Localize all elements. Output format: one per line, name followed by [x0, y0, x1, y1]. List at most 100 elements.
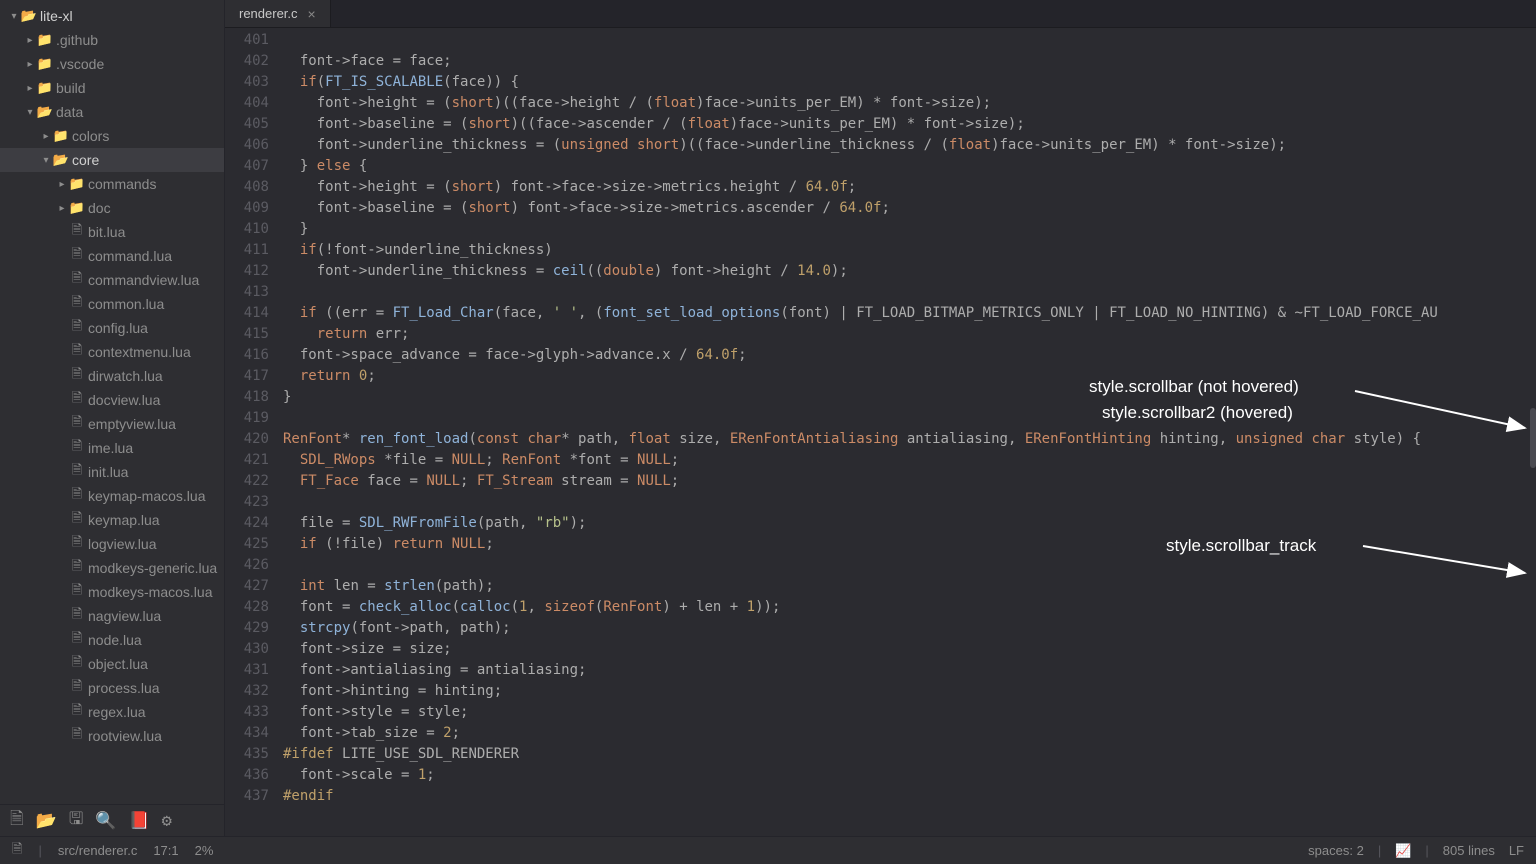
code-line[interactable]	[283, 492, 1536, 513]
code-line[interactable]: font->underline_thickness = (unsigned sh…	[283, 135, 1536, 156]
folder-icon: 📁	[36, 56, 54, 72]
status-eol[interactable]: LF	[1509, 843, 1524, 858]
tree-item-lite-xl[interactable]: ▾📂lite-xl	[0, 4, 224, 28]
tree-item-label: nagview.lua	[88, 608, 161, 624]
code-line[interactable]: font->antialiasing = antialiasing;	[283, 660, 1536, 681]
tree-item-modkeys-generic-lua[interactable]: 🗎modkeys-generic.lua	[0, 556, 224, 580]
code-line[interactable]: file = SDL_RWFromFile(path, "rb");	[283, 513, 1536, 534]
line-number: 407	[225, 156, 269, 177]
tree-item-object-lua[interactable]: 🗎object.lua	[0, 652, 224, 676]
tree-item-config-lua[interactable]: 🗎config.lua	[0, 316, 224, 340]
tree-item-commands[interactable]: ▸📁commands	[0, 172, 224, 196]
save-icon[interactable]: 🖫	[69, 806, 83, 835]
code-line[interactable]: RenFont* ren_font_load(const char* path,…	[283, 429, 1536, 450]
tree-item-contextmenu-lua[interactable]: 🗎contextmenu.lua	[0, 340, 224, 364]
tree-item-regex-lua[interactable]: 🗎regex.lua	[0, 700, 224, 724]
tree-item-bit-lua[interactable]: 🗎bit.lua	[0, 220, 224, 244]
tree-item-node-lua[interactable]: 🗎node.lua	[0, 628, 224, 652]
tree-item-doc[interactable]: ▸📁doc	[0, 196, 224, 220]
sidebar-toolbar: 🗎 📂 🖫 🔍 📕 ⚙	[0, 804, 224, 836]
tree-item-label: commandview.lua	[88, 272, 199, 288]
code-line[interactable]: }	[283, 219, 1536, 240]
file-tree[interactable]: ▾📂lite-xl▸📁.github▸📁.vscode▸📁build▾📂data…	[0, 0, 224, 804]
tree-item-common-lua[interactable]: 🗎common.lua	[0, 292, 224, 316]
code-line[interactable]: font->baseline = (short)((face->ascender…	[283, 114, 1536, 135]
code-line[interactable]: font->size = size;	[283, 639, 1536, 660]
code-line[interactable]: return 0;	[283, 366, 1536, 387]
code-line[interactable]: #ifdef LITE_USE_SDL_RENDERER	[283, 744, 1536, 765]
code-line[interactable]: if ((err = FT_Load_Char(face, ' ', (font…	[283, 303, 1536, 324]
code-line[interactable]	[283, 282, 1536, 303]
tree-item-keymap-macos-lua[interactable]: 🗎keymap-macos.lua	[0, 484, 224, 508]
code-line[interactable]: font->underline_thickness = ceil((double…	[283, 261, 1536, 282]
code-line[interactable]: if(!font->underline_thickness)	[283, 240, 1536, 261]
code-line[interactable]: SDL_RWops *file = NULL; RenFont *font = …	[283, 450, 1536, 471]
code-line[interactable]	[283, 408, 1536, 429]
tree-item-core[interactable]: ▾📂core	[0, 148, 224, 172]
code-line[interactable]: font->face = face;	[283, 51, 1536, 72]
tab-renderer-c[interactable]: renderer.c ×	[225, 0, 331, 27]
tree-item-ime-lua[interactable]: 🗎ime.lua	[0, 436, 224, 460]
code-line[interactable]	[283, 30, 1536, 51]
tree-item-nagview-lua[interactable]: 🗎nagview.lua	[0, 604, 224, 628]
line-number: 426	[225, 555, 269, 576]
line-number: 435	[225, 744, 269, 765]
code-line[interactable]: strcpy(font->path, path);	[283, 618, 1536, 639]
open-folder-icon[interactable]: 📂	[36, 811, 57, 831]
code-line[interactable]: }	[283, 387, 1536, 408]
code-line[interactable]: font->tab_size = 2;	[283, 723, 1536, 744]
code-line[interactable]: font->space_advance = face->glyph->advan…	[283, 345, 1536, 366]
tree-item-keymap-lua[interactable]: 🗎keymap.lua	[0, 508, 224, 532]
search-icon[interactable]: 🔍	[95, 811, 116, 831]
new-file-icon[interactable]: 🗎	[10, 806, 24, 835]
code-lines[interactable]: font->face = face; if(FT_IS_SCALABLE(fac…	[283, 28, 1536, 836]
settings-icon[interactable]: ⚙	[162, 811, 172, 831]
scrollbar-thumb[interactable]	[1530, 408, 1536, 468]
project-sidebar: ▾📂lite-xl▸📁.github▸📁.vscode▸📁build▾📂data…	[0, 0, 225, 836]
tree-item-label: rootview.lua	[88, 728, 162, 744]
code-view[interactable]: 4014024034044054064074084094104114124134…	[225, 28, 1536, 836]
line-number: 409	[225, 198, 269, 219]
status-path[interactable]: src/renderer.c	[58, 843, 137, 858]
code-line[interactable]: font = check_alloc(calloc(1, sizeof(RenF…	[283, 597, 1536, 618]
tree-item-commandview-lua[interactable]: 🗎commandview.lua	[0, 268, 224, 292]
code-line[interactable]: font->baseline = (short) font->face->siz…	[283, 198, 1536, 219]
tree-item-label: doc	[88, 200, 111, 216]
tree-item-logview-lua[interactable]: 🗎logview.lua	[0, 532, 224, 556]
tree-item-emptyview-lua[interactable]: 🗎emptyview.lua	[0, 412, 224, 436]
code-line[interactable]: font->hinting = hinting;	[283, 681, 1536, 702]
code-line[interactable]: } else {	[283, 156, 1536, 177]
tree-item-colors[interactable]: ▸📁colors	[0, 124, 224, 148]
tree-item-label: keymap.lua	[88, 512, 160, 528]
book-icon[interactable]: 📕	[129, 811, 150, 831]
code-line[interactable]: font->scale = 1;	[283, 765, 1536, 786]
code-line[interactable]: if(FT_IS_SCALABLE(face)) {	[283, 72, 1536, 93]
tree-item-docview-lua[interactable]: 🗎docview.lua	[0, 388, 224, 412]
tree-item-build[interactable]: ▸📁build	[0, 76, 224, 100]
tree-item--vscode[interactable]: ▸📁.vscode	[0, 52, 224, 76]
tree-item-label: config.lua	[88, 320, 148, 336]
tree-item-process-lua[interactable]: 🗎process.lua	[0, 676, 224, 700]
line-number: 431	[225, 660, 269, 681]
code-line[interactable]: FT_Face face = NULL; FT_Stream stream = …	[283, 471, 1536, 492]
tree-item-rootview-lua[interactable]: 🗎rootview.lua	[0, 724, 224, 748]
editor-area: renderer.c × 401402403404405406407408409…	[225, 0, 1536, 836]
file-icon: 🗎	[68, 701, 86, 723]
tree-item-modkeys-macos-lua[interactable]: 🗎modkeys-macos.lua	[0, 580, 224, 604]
tree-item-command-lua[interactable]: 🗎command.lua	[0, 244, 224, 268]
code-line[interactable]: font->style = style;	[283, 702, 1536, 723]
tree-item-data[interactable]: ▾📂data	[0, 100, 224, 124]
status-spaces[interactable]: spaces: 2	[1308, 843, 1364, 858]
graph-icon[interactable]: 📈	[1395, 843, 1411, 859]
code-line[interactable]: return err;	[283, 324, 1536, 345]
code-line[interactable]: #endif	[283, 786, 1536, 807]
code-line[interactable]: font->height = (short)((face->height / (…	[283, 93, 1536, 114]
tree-item-dirwatch-lua[interactable]: 🗎dirwatch.lua	[0, 364, 224, 388]
code-line[interactable]: int len = strlen(path);	[283, 576, 1536, 597]
code-line[interactable]: font->height = (short) font->face->size-…	[283, 177, 1536, 198]
tree-item--github[interactable]: ▸📁.github	[0, 28, 224, 52]
tree-item-init-lua[interactable]: 🗎init.lua	[0, 460, 224, 484]
code-line[interactable]: if (!file) return NULL;	[283, 534, 1536, 555]
close-icon[interactable]: ×	[308, 6, 316, 22]
code-line[interactable]	[283, 555, 1536, 576]
